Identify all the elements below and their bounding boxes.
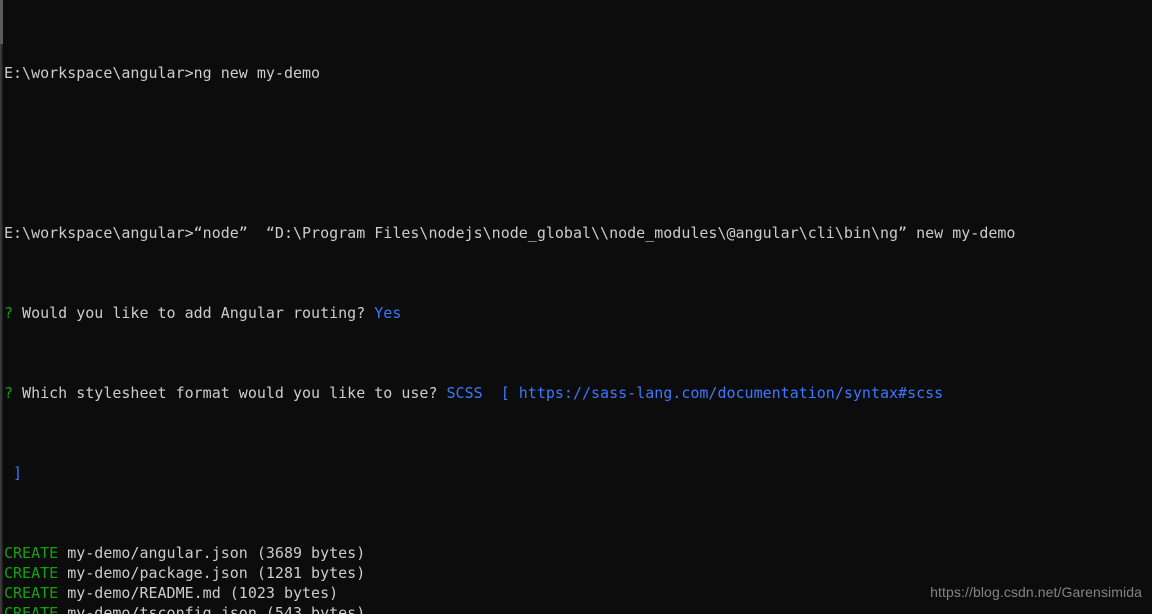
create-file-line: CREATE my-demo/angular.json (3689 bytes) <box>4 543 1152 563</box>
question-routing-answer: Yes <box>374 304 402 322</box>
command-text-2: “node” “D:\Program Files\nodejs\node_glo… <box>193 224 1016 242</box>
shell-prompt-1: E:\workspace\angular> <box>4 64 194 82</box>
question-stylesheet-text: Which stylesheet format would you like t… <box>13 384 447 402</box>
question-stylesheet-answer: SCSS <box>446 384 483 402</box>
sass-docs-link[interactable]: https://sass-lang.com/documentation/synt… <box>519 384 943 402</box>
created-files-list: CREATE my-demo/angular.json (3689 bytes)… <box>4 543 1152 614</box>
created-file-size: (1281 bytes) <box>256 564 366 582</box>
question-mark-icon: ? <box>4 384 14 402</box>
hint-bracket-open: [ <box>482 384 519 402</box>
create-file-line: CREATE my-demo/package.json (1281 bytes) <box>4 563 1152 583</box>
hint-bracket-close: ] <box>13 464 23 482</box>
create-keyword: CREATE <box>4 544 59 562</box>
create-keyword: CREATE <box>4 584 59 602</box>
prompt-question-stylesheet: ? Which stylesheet format would you like… <box>4 383 1152 403</box>
created-file-path: my-demo/README.md <box>67 584 221 602</box>
command-text-1: ng new my-demo <box>193 64 321 82</box>
created-file-size: (543 bytes) <box>265 604 366 614</box>
prompt-question-routing: ? Would you like to add Angular routing?… <box>4 303 1152 323</box>
terminal-window[interactable]: E:\workspace\angular>ng new my-demo E:\w… <box>0 0 1152 614</box>
created-file-path: my-demo/tsconfig.json <box>67 604 257 614</box>
create-file-line: CREATE my-demo/tsconfig.json (543 bytes) <box>4 603 1152 614</box>
hint-bracket-close-line: ] <box>4 463 1152 483</box>
command-line-2: E:\workspace\angular>“node” “D:\Program … <box>4 223 1152 243</box>
terminal-output-area: E:\workspace\angular>ng new my-demo E:\w… <box>4 3 1152 614</box>
created-file-size: (1023 bytes) <box>229 584 339 602</box>
command-line-1: E:\workspace\angular>ng new my-demo <box>4 63 1152 83</box>
create-keyword: CREATE <box>4 604 59 614</box>
terminal-scrollbar[interactable] <box>0 0 3 614</box>
created-file-path: my-demo/package.json <box>67 564 248 582</box>
create-keyword: CREATE <box>4 564 59 582</box>
created-file-size: (3689 bytes) <box>256 544 366 562</box>
scrollbar-thumb[interactable] <box>0 0 3 44</box>
shell-prompt-2: E:\workspace\angular> <box>4 224 194 242</box>
created-file-path: my-demo/angular.json <box>67 544 248 562</box>
question-routing-text: Would you like to add Angular routing? <box>13 304 375 322</box>
question-mark-icon: ? <box>4 304 14 322</box>
create-file-line: CREATE my-demo/README.md (1023 bytes) <box>4 583 1152 603</box>
